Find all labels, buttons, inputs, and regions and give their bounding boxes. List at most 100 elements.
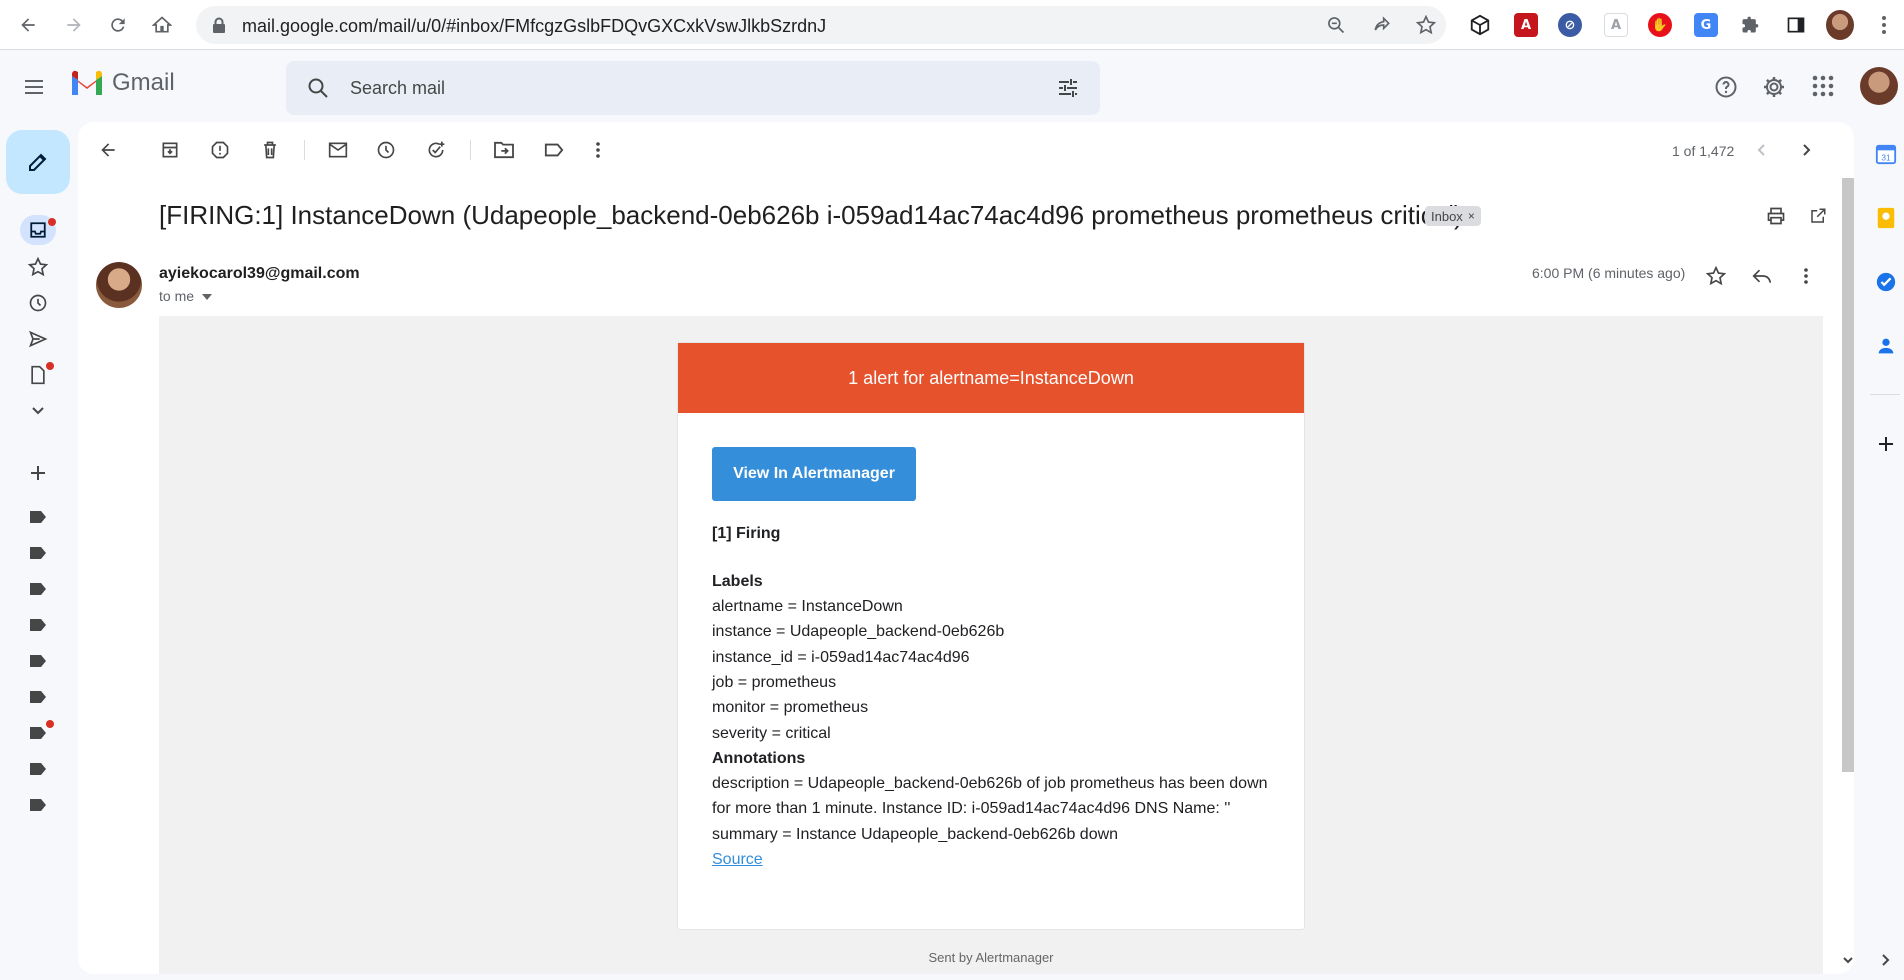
settings-icon[interactable] — [1762, 75, 1786, 99]
search-bar[interactable]: Search mail — [286, 61, 1100, 115]
chevron-down-icon[interactable] — [26, 399, 50, 423]
toolbar-divider — [304, 140, 305, 160]
label-icon[interactable] — [26, 757, 50, 781]
label-line: instance = Udapeople_backend-0eb626b — [712, 623, 1005, 640]
url-text[interactable]: mail.google.com/mail/u/0/#inbox/FMfcgzGs… — [242, 16, 826, 37]
pdf-extension-icon[interactable]: A — [1512, 11, 1540, 39]
label-icon[interactable] — [26, 685, 50, 709]
plus-icon[interactable] — [1870, 428, 1902, 460]
home-icon[interactable] — [148, 11, 176, 39]
recipient-dropdown[interactable]: to me — [159, 288, 212, 304]
svg-text:31: 31 — [1881, 153, 1891, 162]
reload-icon[interactable] — [104, 11, 132, 39]
move-to-icon[interactable] — [492, 138, 516, 162]
profile-avatar[interactable] — [1826, 10, 1854, 40]
message-panel: 1 of 1,472 [FIRING:1] InstanceDown (Udap… — [78, 122, 1854, 974]
label-icon[interactable] — [542, 138, 566, 162]
browser-toolbar: mail.google.com/mail/u/0/#inbox/FMfcgzGs… — [0, 0, 1904, 50]
label-icon[interactable] — [26, 577, 50, 601]
tasks-icon[interactable] — [1870, 266, 1902, 298]
clock-icon[interactable] — [26, 291, 50, 315]
back-icon[interactable] — [14, 11, 42, 39]
help-icon[interactable] — [1714, 75, 1738, 99]
gmail-logo[interactable]: Gmail — [70, 69, 175, 97]
reply-icon[interactable] — [1750, 264, 1774, 288]
account-avatar[interactable] — [1860, 67, 1898, 105]
alert-card: 1 alert for alertname=InstanceDown View … — [677, 342, 1305, 930]
more-icon[interactable] — [586, 138, 610, 162]
inbox-label-badge[interactable]: Inbox × — [1425, 206, 1481, 226]
back-to-inbox-icon[interactable] — [96, 138, 120, 162]
label-line: monitor = prometheus — [712, 699, 869, 716]
source-link[interactable]: Source — [712, 851, 763, 869]
annotation-line: description = Udapeople_backend-0eb626b … — [712, 775, 1268, 792]
gmail-wordmark: Gmail — [112, 69, 175, 96]
newer-icon[interactable] — [1750, 138, 1774, 162]
blocker-extension-icon[interactable]: ⊘ — [1556, 11, 1584, 39]
labels-heading: Labels — [712, 573, 763, 590]
menu-icon[interactable] — [22, 75, 46, 99]
label-icon[interactable] — [26, 505, 50, 529]
apps-icon[interactable] — [1812, 75, 1834, 97]
calendar-icon[interactable]: 31 — [1870, 138, 1902, 170]
sender-avatar[interactable] — [96, 262, 142, 308]
star-nav-icon[interactable] — [26, 255, 50, 279]
view-alertmanager-button[interactable]: View In Alertmanager — [712, 447, 916, 501]
firing-heading: [1] Firing — [712, 525, 781, 542]
extensions-icon[interactable] — [1736, 11, 1764, 39]
label-icon[interactable] — [26, 649, 50, 673]
pencil-icon — [29, 153, 47, 171]
translate-extension-icon[interactable]: G — [1692, 11, 1720, 39]
older-icon[interactable] — [1794, 138, 1818, 162]
compose-button[interactable] — [6, 130, 70, 194]
chevron-right-icon[interactable] — [1870, 944, 1902, 976]
contacts-icon[interactable] — [1870, 330, 1902, 362]
star-message-icon[interactable] — [1704, 264, 1728, 288]
share-icon[interactable] — [1370, 13, 1394, 37]
scroll-down-icon[interactable] — [1842, 954, 1854, 966]
sender-email[interactable]: ayiekocarol39@gmail.com — [159, 265, 360, 283]
alertmanager-footer: Sent by Alertmanager — [928, 950, 1054, 965]
search-input[interactable]: Search mail — [350, 78, 445, 99]
snooze-icon[interactable] — [374, 138, 398, 162]
tune-icon[interactable] — [1056, 76, 1080, 100]
send-icon[interactable] — [26, 327, 50, 351]
star-icon[interactable] — [1414, 13, 1438, 37]
inbox-label-text: Inbox — [1431, 208, 1463, 224]
delete-icon[interactable] — [258, 138, 282, 162]
pagination-text: 1 of 1,472 — [1672, 143, 1735, 159]
report-spam-icon[interactable] — [208, 138, 232, 162]
cube-extension-icon[interactable] — [1466, 11, 1494, 39]
scrollbar-thumb[interactable] — [1842, 178, 1854, 772]
font-extension-icon[interactable]: A — [1602, 11, 1630, 39]
mark-unread-icon[interactable] — [326, 138, 350, 162]
add-task-icon[interactable] — [424, 138, 448, 162]
label-line: alertname = InstanceDown — [712, 598, 903, 615]
side-panel-icon[interactable] — [1782, 11, 1810, 39]
close-icon[interactable]: × — [1468, 209, 1475, 223]
open-new-window-icon[interactable] — [1806, 204, 1830, 228]
browser-menu-icon[interactable] — [1870, 11, 1898, 39]
archive-icon[interactable] — [158, 138, 182, 162]
zoom-icon[interactable] — [1324, 13, 1348, 37]
message-more-icon[interactable] — [1794, 264, 1818, 288]
annotation-line: for more than 1 minute. Instance ID: i-0… — [712, 800, 1231, 817]
unread-dot — [46, 362, 54, 370]
recipient-text: to me — [159, 288, 195, 304]
alert-header: 1 alert for alertname=InstanceDown — [678, 343, 1304, 413]
label-icon[interactable] — [26, 793, 50, 817]
label-icon[interactable] — [26, 613, 50, 637]
email-subject: [FIRING:1] InstanceDown (Udapeople_backe… — [159, 200, 1463, 230]
label-icon[interactable] — [26, 541, 50, 565]
label-line: instance_id = i-059ad14ac74ac4d96 — [712, 649, 970, 666]
forward-icon[interactable] — [60, 11, 88, 39]
address-bar[interactable]: mail.google.com/mail/u/0/#inbox/FMfcgzGs… — [196, 6, 1446, 44]
unread-dot — [48, 218, 56, 226]
lock-icon[interactable] — [212, 17, 226, 33]
gmail-m-icon — [72, 70, 102, 95]
keep-icon[interactable] — [1870, 202, 1902, 234]
plus-icon[interactable] — [26, 461, 50, 485]
search-icon[interactable] — [306, 76, 330, 100]
stop-extension-icon[interactable]: ✋ — [1646, 11, 1674, 39]
print-icon[interactable] — [1764, 204, 1788, 228]
